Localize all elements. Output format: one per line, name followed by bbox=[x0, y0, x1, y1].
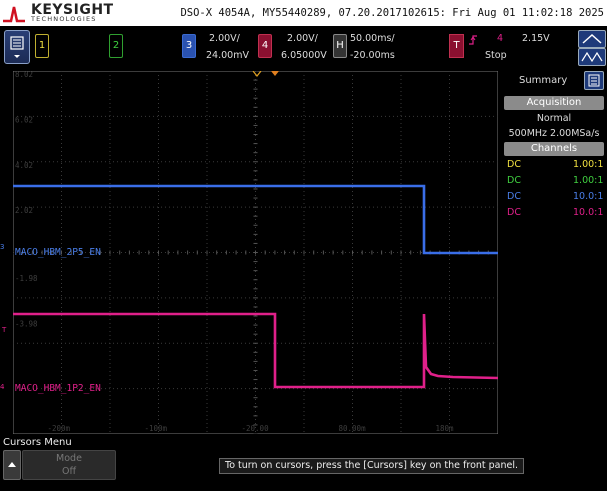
menu-icon bbox=[10, 36, 24, 58]
summary-tab-label[interactable]: Summary bbox=[519, 75, 567, 86]
back-button[interactable] bbox=[3, 450, 21, 480]
up-arrow-icon bbox=[8, 462, 16, 467]
channel-3-key[interactable]: 3 bbox=[182, 34, 196, 58]
trigger-level-marker[interactable]: T bbox=[2, 326, 6, 334]
channel-2-probe: 1.00:1 bbox=[573, 175, 604, 186]
channel-4-offset: 6.05000V bbox=[281, 50, 327, 61]
trigger-source: 4 bbox=[497, 33, 504, 44]
channel-1-key[interactable]: 1 bbox=[35, 34, 49, 58]
mode-label: Mode bbox=[56, 453, 82, 464]
channel-4-key[interactable]: 4 bbox=[258, 34, 272, 58]
y-axis-label: 6.02 bbox=[15, 115, 33, 124]
acquisition-rate: 500MHz 2.00MSa/s bbox=[508, 128, 600, 139]
channel-4-ground-marker[interactable]: 4 bbox=[0, 383, 4, 391]
waveform-display[interactable]: 8.02 6.02 4.02 2.02 -1.98 -3.98 -200m -100m -20… bbox=[13, 71, 498, 434]
mode-softkey[interactable]: Mode Off bbox=[22, 450, 116, 480]
status-message: To turn on cursors, press the [Cursors] … bbox=[219, 458, 525, 474]
channel-1-coupling: DC bbox=[507, 159, 521, 170]
channel-2-key[interactable]: 2 bbox=[109, 34, 123, 58]
y-axis-label: 8.02 bbox=[15, 71, 33, 79]
autoscale-icon bbox=[581, 51, 603, 63]
channel-3-scale: 2.00V/ bbox=[209, 33, 240, 44]
x-axis-label: -200m bbox=[48, 424, 71, 433]
channel-4-trace-label: MACO_HBM_1P2_EN bbox=[15, 383, 101, 394]
acquisition-header: Acquisition bbox=[504, 96, 604, 110]
channel-1-probe: 1.00:1 bbox=[573, 159, 604, 170]
x-axis-label: -20.00 bbox=[242, 424, 270, 433]
collapse-icon bbox=[582, 33, 602, 44]
horizontal-scale: 50.00ms/ bbox=[350, 33, 395, 44]
run-status: Stop bbox=[485, 50, 507, 61]
horizontal-key[interactable]: H bbox=[333, 34, 347, 58]
mode-value: Off bbox=[61, 466, 77, 477]
trigger-level: 2.15V bbox=[522, 33, 550, 44]
y-axis-label: 2.02 bbox=[15, 206, 33, 215]
channel-3-coupling: DC bbox=[507, 191, 521, 202]
summary-panel: Summary Acquisition Normal 500MHz 2.00MS… bbox=[501, 66, 607, 436]
channel-3-trace-label: MACO_HBM_2P5_EN bbox=[15, 247, 101, 258]
main-menu-button[interactable] bbox=[4, 30, 30, 64]
menu-title: Cursors Menu bbox=[3, 437, 72, 448]
channel-3-offset: 24.00mV bbox=[206, 50, 249, 61]
header-bar: KEYSIGHT TECHNOLOGIES DSO-X 4054A, MY554… bbox=[0, 0, 607, 26]
x-axis-label: 180m bbox=[436, 424, 455, 433]
channel-3-ground-marker[interactable]: 3 bbox=[0, 243, 4, 251]
keysight-logo-icon bbox=[3, 6, 25, 23]
y-axis-label: 4.02 bbox=[15, 161, 33, 170]
channels-header: Channels bbox=[504, 142, 604, 156]
summary-menu-button[interactable] bbox=[584, 71, 604, 90]
channel-3-probe: 10.0:1 bbox=[573, 191, 604, 202]
autoscale-button[interactable] bbox=[578, 48, 606, 66]
trigger-key[interactable]: T bbox=[449, 34, 464, 58]
display-toggle-button[interactable] bbox=[578, 30, 606, 48]
y-axis-label: -3.98 bbox=[15, 320, 38, 329]
channel-4-coupling: DC bbox=[507, 207, 521, 218]
x-axis-label: -100m bbox=[145, 424, 168, 433]
horizontal-delay: -20.00ms bbox=[350, 50, 395, 61]
brand-subtitle: TECHNOLOGIES bbox=[31, 15, 97, 23]
trigger-edge-icon bbox=[469, 35, 477, 45]
channel-bar: 1 2 3 2.00V/ 24.00mV 4 2.00V/ 6.05000V H… bbox=[0, 27, 607, 66]
channel-4-scale: 2.00V/ bbox=[287, 33, 318, 44]
channel-2-coupling: DC bbox=[507, 175, 521, 186]
channel-4-probe: 10.0:1 bbox=[573, 207, 604, 218]
instrument-info: DSO-X 4054A, MY55440289, 07.20.201710261… bbox=[180, 7, 604, 19]
acquisition-mode: Normal bbox=[536, 113, 572, 124]
y-axis-label: -1.98 bbox=[15, 274, 38, 283]
x-axis-label: 80.00m bbox=[339, 424, 367, 433]
list-icon bbox=[588, 74, 600, 87]
